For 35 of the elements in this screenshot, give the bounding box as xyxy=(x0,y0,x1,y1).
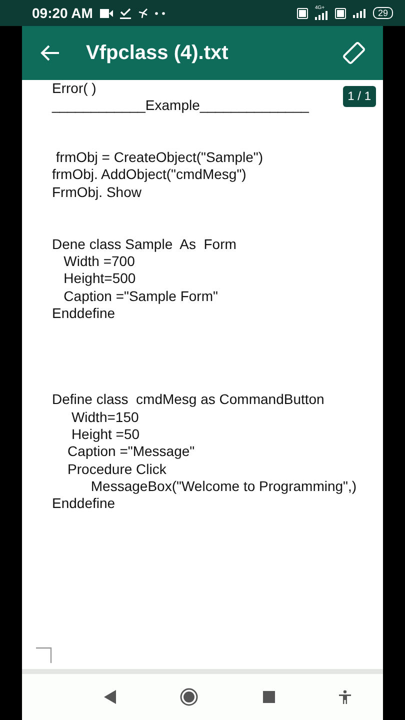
download-done-icon xyxy=(120,8,131,18)
square-icon xyxy=(262,691,275,703)
page-indicator: 1 / 1 xyxy=(342,86,376,108)
back-triangle-icon xyxy=(104,690,116,704)
code-line: FrmObj. Show xyxy=(52,184,142,202)
video-camera-icon xyxy=(100,8,113,18)
code-line: MessageBox("Welcome to Programming",) xyxy=(90,478,357,496)
code-line: Procedure Click xyxy=(66,460,166,478)
code-line: Dene class Sample As Form xyxy=(52,236,236,253)
code-line: Caption ="Sample Form" xyxy=(62,288,218,305)
file-title: Vfpclass (4).txt xyxy=(86,42,230,64)
screen-rotation-icon xyxy=(341,40,367,66)
crop-corner-icon xyxy=(36,647,52,663)
accessibility-icon xyxy=(338,690,351,704)
status-time: 09:20 AM xyxy=(32,5,93,21)
code-line: Height=500 xyxy=(62,270,136,288)
rotate-screen-button[interactable] xyxy=(341,40,367,66)
code-line: ____________Example______________ xyxy=(52,97,309,115)
back-button[interactable] xyxy=(40,44,60,62)
signal-icon xyxy=(314,11,328,20)
code-line: Enddefine xyxy=(52,304,116,322)
home-circle-icon xyxy=(180,688,198,706)
code-line: frmObj. AddObject("cmdMesg") xyxy=(52,166,246,184)
code-line: Enddefine xyxy=(52,495,116,512)
code-line: frmObj = CreateObject("Sample") xyxy=(54,149,264,166)
code-line: Define class cmdMesg as CommandButton xyxy=(52,391,324,409)
code-line: Height =50 xyxy=(70,426,140,444)
signal-icon xyxy=(352,8,366,18)
code-line: Error( ) xyxy=(52,80,96,98)
code-line: Caption ="Message" xyxy=(66,443,195,461)
code-line: Width=150 xyxy=(70,408,139,426)
more-dots-icon xyxy=(154,12,165,14)
back-arrow-icon xyxy=(40,44,60,62)
code-line: Width =700 xyxy=(62,252,135,270)
battery-level: 29 xyxy=(372,7,393,19)
